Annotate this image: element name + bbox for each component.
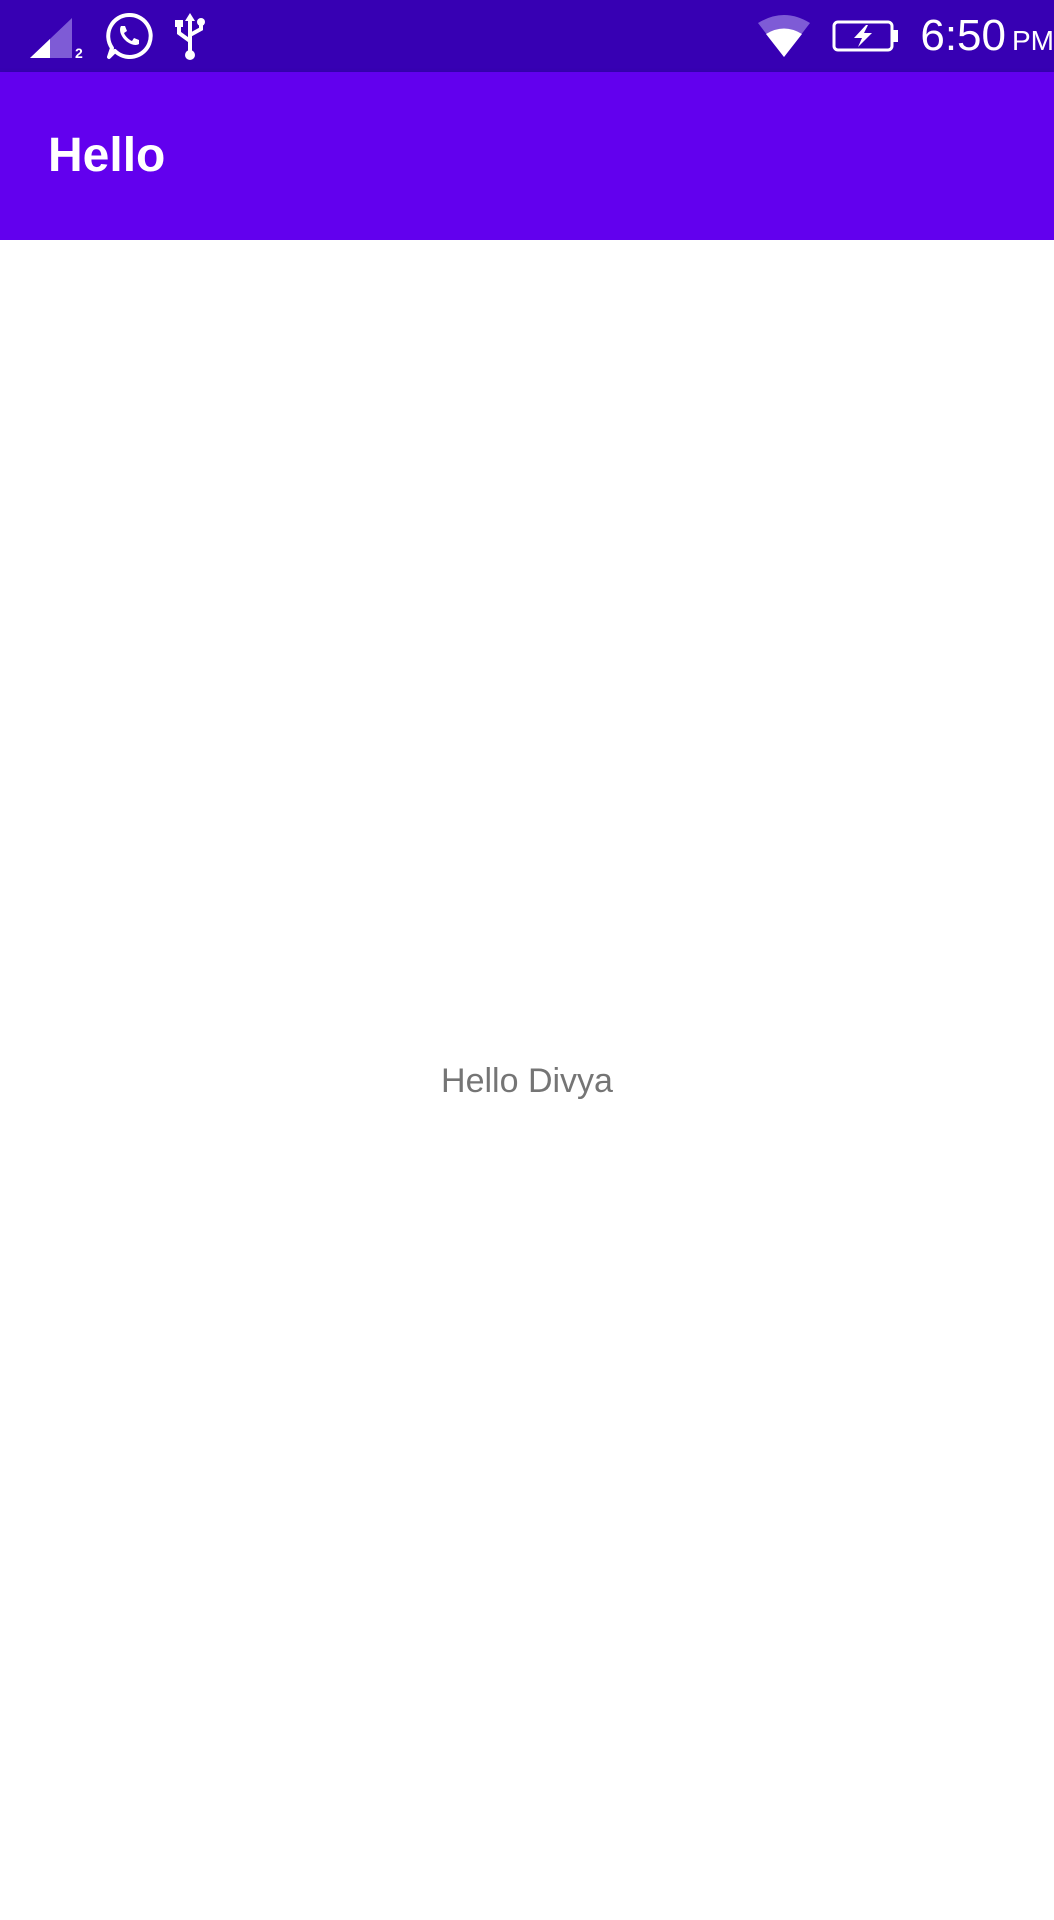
battery-charging-icon — [832, 19, 900, 53]
app-title: Hello — [48, 129, 166, 182]
clock: 6:50 PM — [920, 11, 1054, 61]
app-bar: Hello — [0, 72, 1054, 240]
screen: 2 6:50 PM Hello Hello Divya — [0, 0, 1054, 1920]
status-bar-right: 6:50 PM — [756, 10, 1054, 62]
sim-slot-label: 2 — [75, 45, 83, 60]
status-bar-left: 2 — [28, 10, 208, 62]
whatsapp-icon — [104, 11, 154, 61]
signal-icon: 2 — [28, 12, 86, 60]
clock-time: 6:50 — [920, 11, 1006, 60]
clock-ampm: PM — [1012, 25, 1054, 56]
status-bar: 2 6:50 PM — [0, 0, 1054, 72]
usb-icon — [172, 11, 208, 61]
main-content: Hello Divya — [0, 240, 1054, 1920]
greeting-text: Hello Divya — [441, 1062, 613, 1100]
wifi-icon — [756, 13, 812, 59]
